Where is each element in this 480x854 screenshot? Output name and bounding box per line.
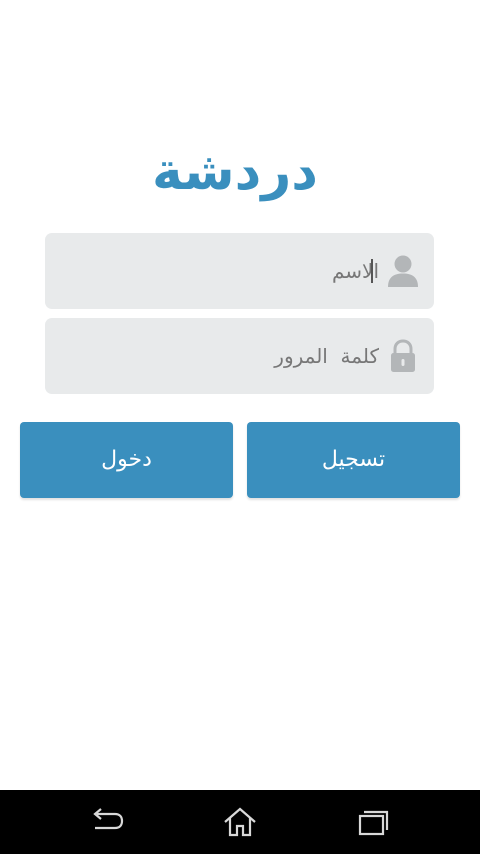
password-field-container[interactable] [45,318,434,394]
recent-apps-button[interactable] [341,800,405,844]
text-cursor [371,259,373,283]
app-title: دردشة [152,142,318,202]
app-screen: دردشة تسجيل دخول [0,0,480,790]
username-input[interactable] [59,233,379,309]
home-icon [224,807,256,837]
user-icon [386,253,420,289]
lock-icon [386,338,420,374]
system-navbar [0,790,480,854]
back-button[interactable] [75,800,139,844]
register-button[interactable]: تسجيل [247,422,460,498]
password-input[interactable] [59,318,379,394]
username-field-container[interactable] [45,233,434,309]
recent-apps-icon [358,810,389,836]
home-button[interactable] [208,800,272,844]
login-button[interactable]: دخول [20,422,233,498]
back-icon [93,808,124,830]
